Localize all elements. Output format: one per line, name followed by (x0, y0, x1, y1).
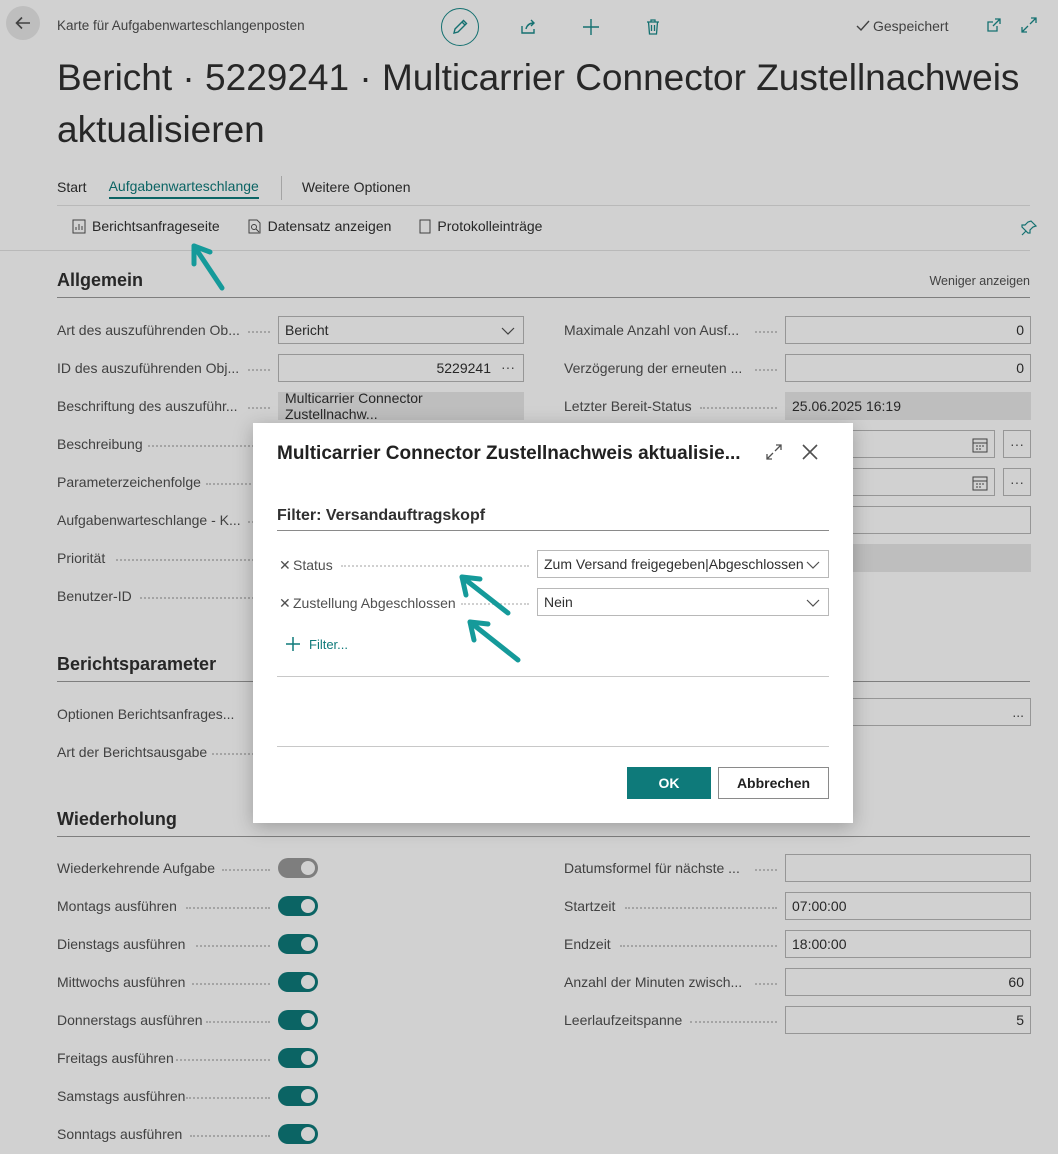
remove-filter-button[interactable]: ✕ (279, 557, 291, 574)
close-icon (802, 444, 818, 460)
page: Karte für Aufgabenwarteschlangenposten G… (0, 0, 1058, 1154)
add-filter-label: Filter... (309, 636, 349, 652)
filter-value: Zum Versand freigegeben|Abgeschlossen (544, 556, 804, 572)
filter-field-label: Zustellung Abgeschlossen (293, 595, 456, 611)
filter-value: Nein (544, 594, 573, 610)
chevron-down-icon (806, 599, 820, 607)
add-filter-button[interactable]: Filter... (285, 636, 348, 652)
remove-filter-button[interactable]: ✕ (279, 595, 291, 612)
filter-heading: Filter: Versandauftragskopf (277, 507, 829, 531)
divider (277, 746, 829, 747)
expand-icon (766, 444, 782, 460)
filter-field-label: Status (293, 557, 333, 573)
ok-button[interactable]: OK (627, 767, 711, 799)
arrow-annotation (467, 619, 521, 663)
chevron-down-icon (806, 561, 820, 569)
dialog-expand-button[interactable] (765, 443, 783, 466)
dialog-close-button[interactable] (801, 443, 819, 466)
zustellung-filter-select[interactable]: Nein (537, 588, 829, 616)
arrow-annotation (191, 243, 225, 291)
dialog-title: Multicarrier Connector Zustellnachweis a… (277, 443, 741, 464)
filter-dialog: Multicarrier Connector Zustellnachweis a… (253, 423, 853, 823)
plus-icon (286, 637, 300, 651)
cancel-button[interactable]: Abbrechen (718, 767, 829, 799)
divider (277, 676, 829, 677)
status-filter-select[interactable]: Zum Versand freigegeben|Abgeschlossen (537, 550, 829, 578)
